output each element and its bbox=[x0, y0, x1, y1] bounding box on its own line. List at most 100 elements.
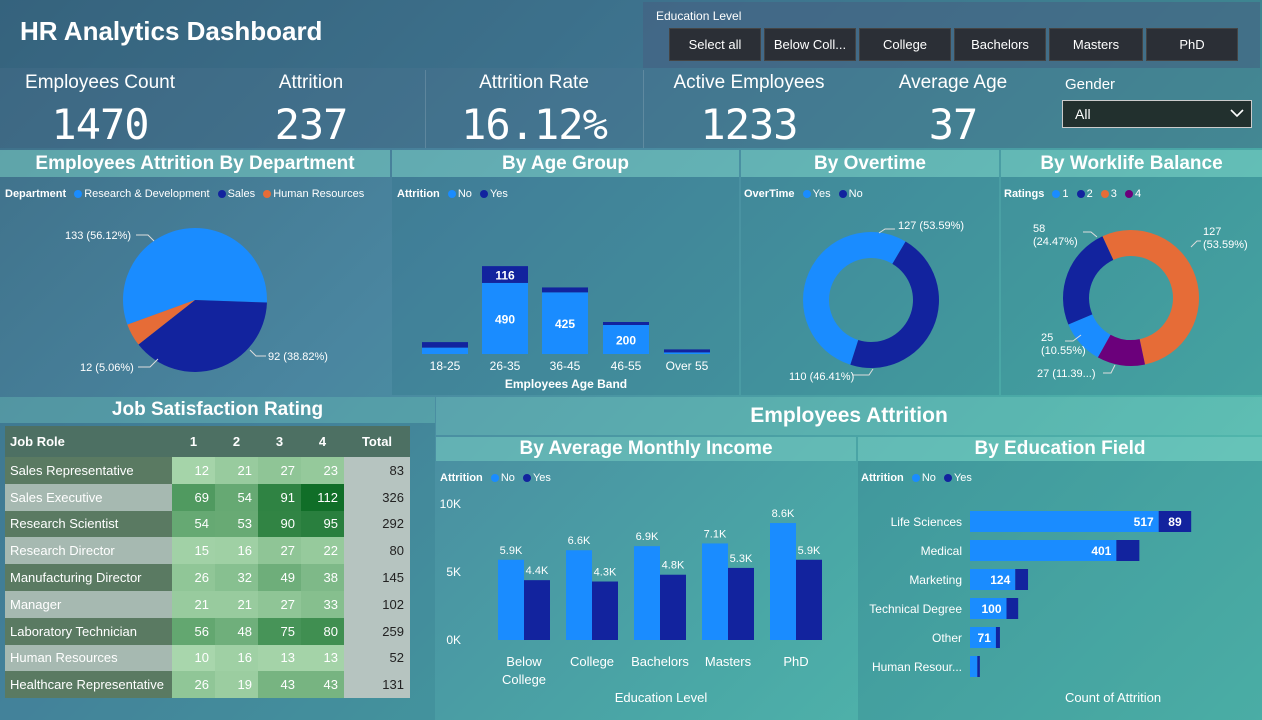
leader-line bbox=[249, 349, 266, 357]
leader-line bbox=[1103, 364, 1116, 374]
legend-dot bbox=[263, 190, 272, 199]
kpi-attrition-label: Attrition bbox=[278, 72, 344, 93]
age-bar-no bbox=[422, 347, 468, 354]
chevron-down-icon[interactable] bbox=[1230, 106, 1244, 120]
table-row: Healthcare Representative 26 19 43 43 131 bbox=[5, 671, 410, 699]
tick-label: 46-55 bbox=[611, 359, 642, 373]
total-cell: 52 bbox=[344, 644, 410, 672]
rating-cell: 21 bbox=[172, 590, 215, 618]
job-role-cell: Healthcare Representative bbox=[5, 671, 172, 699]
rating-cell: 26 bbox=[172, 671, 215, 699]
data-label: 71 bbox=[978, 631, 992, 645]
y-tick: 0K bbox=[446, 633, 461, 647]
gender-dropdown[interactable]: All bbox=[1062, 100, 1252, 128]
column-header[interactable]: Job Role bbox=[5, 426, 172, 457]
edu-option-college[interactable]: College bbox=[859, 28, 951, 61]
legend-dot bbox=[217, 190, 226, 199]
edufield-bar-no bbox=[970, 656, 978, 677]
income-bar bbox=[660, 574, 686, 640]
rating-cell: 49 bbox=[258, 564, 301, 591]
gender-filter-label: Gender bbox=[1065, 76, 1116, 93]
attrition-section-title: Employees Attrition bbox=[436, 397, 1262, 435]
income-bar bbox=[498, 559, 524, 640]
total-cell: 259 bbox=[344, 617, 410, 645]
edu-option-below-college[interactable]: Below Coll... bbox=[764, 28, 856, 61]
data-label: 517 bbox=[1134, 515, 1154, 529]
data-label: 5.9K bbox=[798, 545, 821, 557]
rating-cell: 54 bbox=[215, 483, 258, 511]
rating-cell: 19 bbox=[215, 671, 258, 699]
tick-label: Below bbox=[506, 654, 542, 669]
legend-dot bbox=[1052, 190, 1061, 199]
legend-item: No bbox=[500, 472, 515, 484]
rating-cell: 22 bbox=[301, 537, 344, 565]
pie-slice bbox=[850, 241, 939, 368]
kpi-attrition-rate-value: 16.12% bbox=[461, 100, 608, 149]
data-label: 127 (53.59%) bbox=[898, 220, 964, 232]
dept-chart-header: Employees Attrition By Department bbox=[0, 150, 390, 177]
edufield-legend: Attrition No Yes bbox=[861, 472, 972, 484]
data-label: 490 bbox=[495, 312, 515, 326]
kpi-active-employees-label: Active Employees bbox=[673, 72, 825, 93]
total-cell: 83 bbox=[344, 457, 410, 484]
kpi-employees-count-value: 1470 bbox=[51, 100, 149, 149]
legend-dot bbox=[522, 474, 531, 483]
edu-option-phd[interactable]: PhD bbox=[1146, 28, 1238, 61]
y-tick: 10K bbox=[440, 497, 461, 511]
rating-cell: 53 bbox=[215, 510, 258, 538]
legend-dot bbox=[943, 474, 952, 483]
worklife-chart-header: By Worklife Balance bbox=[1001, 150, 1262, 177]
rating-cell: 27 bbox=[258, 590, 301, 618]
edu-option-masters[interactable]: Masters bbox=[1049, 28, 1143, 61]
legend-item: Yes bbox=[812, 188, 831, 200]
legend-dot bbox=[1076, 190, 1085, 199]
rating-cell: 95 bbox=[301, 510, 344, 538]
age-bar-yes bbox=[422, 342, 468, 348]
data-label: 7.1K bbox=[704, 528, 727, 540]
data-label: 116 bbox=[495, 269, 515, 283]
legend-dot bbox=[447, 190, 456, 199]
kpi-employees-count-label: Employees Count bbox=[25, 72, 175, 93]
table-row: Research Director 15 16 27 22 80 bbox=[5, 537, 410, 565]
dept-legend: Department Research & Development Sales … bbox=[5, 188, 364, 200]
tick-label: PhD bbox=[783, 654, 808, 669]
rating-cell: 90 bbox=[258, 510, 301, 538]
legend-item: No bbox=[848, 188, 863, 200]
tick-label: Other bbox=[932, 631, 962, 645]
kpi-active-employees-value: 1233 bbox=[700, 100, 798, 149]
job-role-cell: Research Director bbox=[5, 537, 172, 565]
column-header: 3 bbox=[258, 426, 301, 457]
income-bar bbox=[566, 550, 592, 640]
age-bar-yes bbox=[664, 349, 710, 353]
rating-cell: 26 bbox=[172, 564, 215, 591]
y-tick: 5K bbox=[446, 565, 461, 579]
edufield-bar-no bbox=[970, 511, 1159, 532]
data-label: 127 bbox=[1203, 226, 1221, 238]
income-bar bbox=[524, 580, 550, 640]
table-row: Human Resources 10 16 13 13 52 bbox=[5, 644, 410, 672]
table-header-row: Job Role 1 2 3 4 Total bbox=[5, 426, 410, 457]
data-label: 4.4K bbox=[526, 565, 549, 577]
job-role-cell: Sales Executive bbox=[5, 483, 172, 511]
legend-title: Attrition bbox=[861, 472, 904, 484]
rating-cell: 16 bbox=[215, 537, 258, 565]
legend-title: OverTime bbox=[744, 188, 795, 200]
rating-cell: 21 bbox=[215, 590, 258, 618]
edu-option-select-all[interactable]: Select all bbox=[669, 28, 761, 61]
tick-label: 18-25 bbox=[430, 359, 461, 373]
table-row: Manager 21 21 27 33 102 bbox=[5, 590, 410, 618]
edu-option-bachelors[interactable]: Bachelors bbox=[954, 28, 1046, 61]
tick-label: Marketing bbox=[909, 573, 962, 587]
axis-label: Count of Attrition bbox=[1065, 690, 1161, 705]
legend-title: Ratings bbox=[1004, 188, 1045, 200]
tick-label: 36-45 bbox=[550, 359, 581, 373]
edufield-bar-yes bbox=[1015, 569, 1029, 590]
edufield-bar-yes bbox=[1006, 598, 1019, 619]
axis-label: Education Level bbox=[615, 690, 708, 705]
data-label: 12 (5.06%) bbox=[80, 362, 134, 374]
rating-cell: 54 bbox=[172, 510, 215, 538]
legend-dot bbox=[1124, 190, 1133, 199]
data-label: 25 bbox=[1041, 332, 1053, 344]
tick-label: Medical bbox=[921, 544, 962, 558]
legend-item: 2 bbox=[1086, 188, 1093, 200]
